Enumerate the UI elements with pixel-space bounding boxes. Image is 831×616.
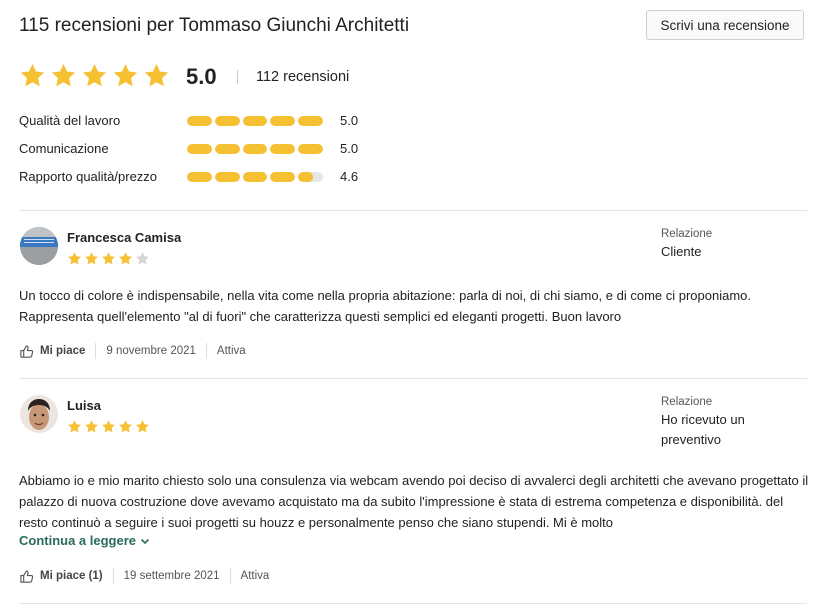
- star-icon: [68, 252, 81, 265]
- metric-bar-segment: [187, 172, 212, 182]
- review-date: 19 settembre 2021: [123, 570, 220, 582]
- read-more-label: Continua a leggere: [19, 533, 137, 548]
- metric-bar-segment: [242, 116, 268, 126]
- average-rating-value: 5.0: [186, 64, 217, 89]
- metric-bar-segment: [214, 144, 240, 154]
- metric-label-communication: Comunicazione: [19, 141, 109, 156]
- review-actions: Mi piace (1) 19 settembre 2021 Attiva: [19, 568, 269, 584]
- relation-label: Relazione: [661, 396, 713, 408]
- metric-value-quality: 5.0: [340, 113, 359, 128]
- metric-value-communication: 5.0: [340, 141, 359, 156]
- star-icon: [136, 420, 149, 433]
- thumbs-up-icon: [20, 344, 34, 358]
- star-icon: [85, 252, 98, 265]
- review-rating-stars: [67, 251, 150, 266]
- review-text: Abbiamo io e mio marito chiesto solo una…: [19, 473, 809, 530]
- metric-bar-segment: [298, 144, 323, 154]
- reviewer-name[interactable]: Francesca Camisa: [67, 230, 181, 245]
- star-icon: [119, 420, 132, 433]
- star-icon: [68, 420, 81, 433]
- metric-label-quality: Qualità del lavoro: [19, 113, 121, 128]
- star-icon: [119, 252, 132, 265]
- star-icon: [136, 252, 149, 265]
- divider: [112, 568, 114, 584]
- divider: [95, 343, 97, 359]
- review-status: Attiva: [240, 570, 270, 582]
- star-icon: [144, 64, 169, 87]
- metric-bar-segment: [298, 116, 323, 126]
- metric-bar-segment: [214, 116, 240, 126]
- metric-bar-segment: [187, 116, 212, 126]
- metric-bar-segment: [298, 172, 323, 182]
- like-button[interactable]: Mi piace (1): [19, 569, 103, 584]
- divider: [19, 603, 807, 604]
- relation-value: Ho ricevuto un preventivo: [661, 412, 745, 447]
- metric-bar-segment: [270, 144, 296, 154]
- divider: [19, 378, 807, 379]
- thumbs-up-icon: [20, 569, 34, 583]
- star-icon: [82, 64, 107, 87]
- metric-bar-segment: [270, 116, 296, 126]
- relation-value: Cliente: [661, 244, 702, 259]
- average-rating-stars: [19, 62, 170, 89]
- star-icon: [51, 64, 76, 87]
- like-button[interactable]: Mi piace: [19, 344, 85, 359]
- star-icon: [102, 420, 115, 433]
- divider: [205, 343, 207, 359]
- like-label: Mi piace (1): [40, 570, 103, 582]
- review-date: 9 novembre 2021: [106, 345, 196, 357]
- avatar[interactable]: [20, 227, 58, 265]
- metric-bar-segment: [242, 172, 268, 182]
- metric-bar-segment: [187, 144, 212, 154]
- metric-bar-segment: [214, 172, 240, 182]
- star-icon: [102, 252, 115, 265]
- page-title: 115 recensioni per Tommaso Giunchi Archi…: [19, 15, 410, 36]
- review-actions: Mi piace 9 novembre 2021 Attiva: [19, 343, 246, 359]
- relation-label: Relazione: [661, 228, 713, 240]
- metric-value-value-for-money: 4.6: [340, 169, 359, 184]
- avatar[interactable]: [20, 395, 58, 433]
- review-status: Attiva: [216, 345, 246, 357]
- review-text: Un tocco di colore è indispensabile, nel…: [19, 288, 752, 324]
- star-icon: [20, 64, 45, 87]
- write-review-button[interactable]: Scrivi una recensione: [646, 10, 804, 40]
- like-label: Mi piace: [40, 345, 86, 357]
- metric-bar-quality: [187, 116, 323, 126]
- review-rating-stars: [67, 419, 150, 434]
- metric-bar-value-for-money: [187, 172, 323, 182]
- star-icon: [85, 420, 98, 433]
- metric-bar-segment: [270, 172, 296, 182]
- divider: [229, 568, 231, 584]
- divider: [237, 70, 238, 84]
- star-icon: [113, 64, 138, 87]
- metric-label-value-for-money: Rapporto qualità/prezzo: [19, 169, 158, 184]
- chevron-down-icon: [140, 538, 150, 544]
- metric-bar-communication: [187, 144, 323, 154]
- divider: [19, 210, 807, 211]
- reviewer-name[interactable]: Luisa: [67, 398, 101, 413]
- reviews-count: 112 recensioni: [256, 69, 350, 85]
- metric-bar-segment: [242, 144, 268, 154]
- read-more-link[interactable]: Continua a leggere: [19, 533, 150, 548]
